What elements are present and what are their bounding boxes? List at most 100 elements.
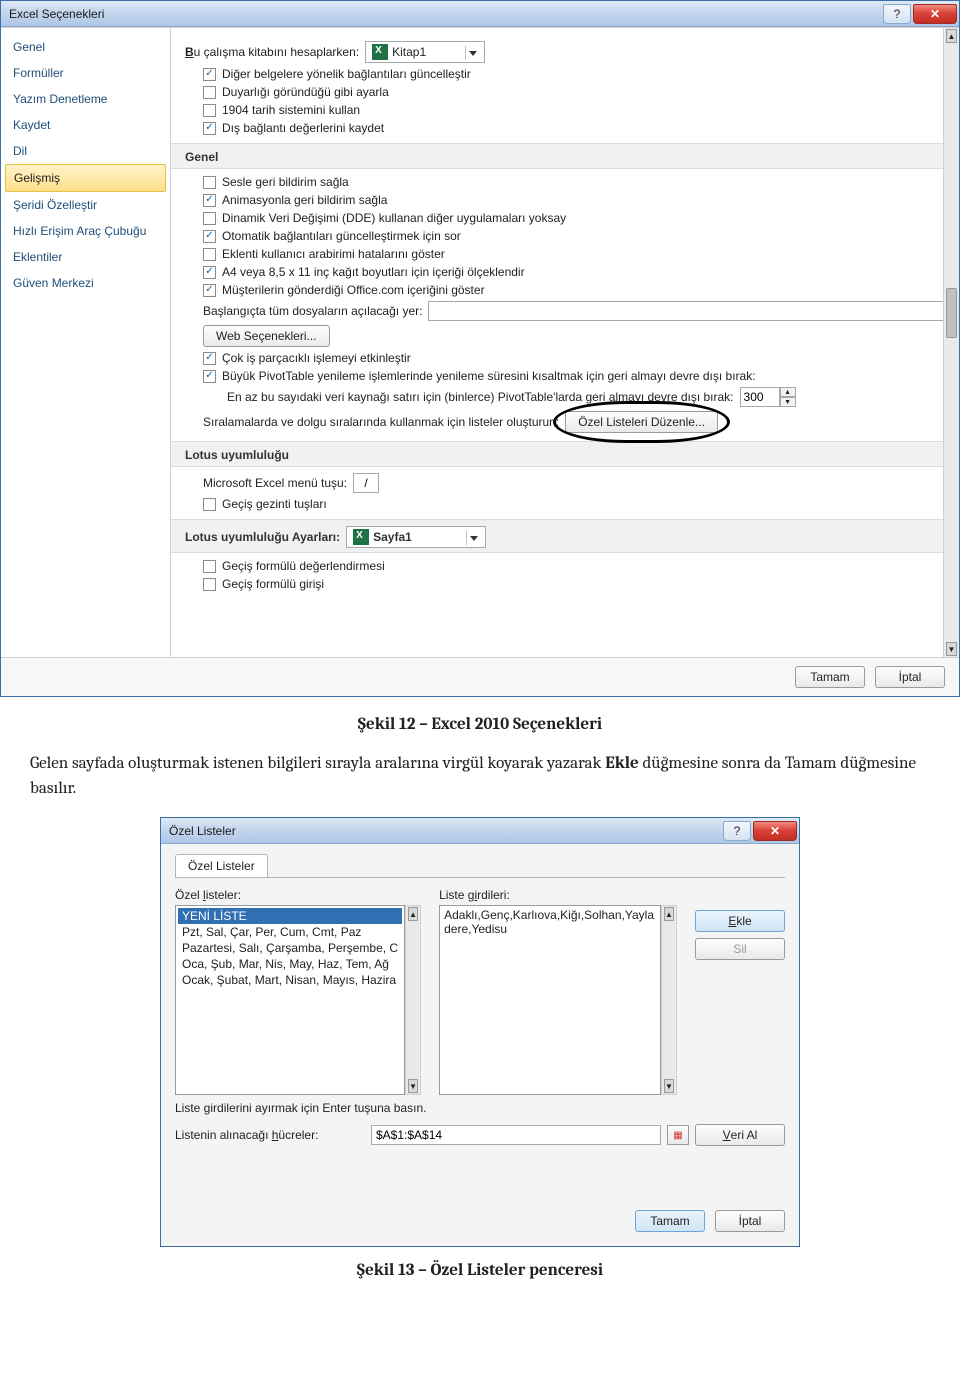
chk-pivot-undo[interactable]: [203, 370, 216, 383]
figure-caption-12: Şekil 12 – Excel 2010 Seçenekleri: [0, 715, 960, 734]
chk-sound[interactable]: [203, 176, 216, 189]
lbl-transition-nav: Geçiş gezinti tuşları: [222, 497, 327, 511]
lbl-paper: A4 veya 8,5 x 11 inç kağıt boyutları içi…: [222, 265, 525, 279]
pivot-row-spinner[interactable]: ▲▼: [740, 387, 796, 407]
lbl-officecom: Müşterilerin gönderdiği Office.com içeri…: [222, 283, 485, 297]
pivot-row-label: En az bu sayıdaki veri kaynağı satırı iç…: [227, 390, 734, 404]
close-button[interactable]: ✕: [753, 821, 797, 841]
scroll-up-icon[interactable]: ▲: [664, 907, 674, 921]
instruction-paragraph: Gelen sayfada oluşturmak istenen bilgile…: [30, 752, 930, 801]
lbl-addin-err: Eklenti kullanıcı arabirimi hatalarını g…: [222, 247, 445, 261]
web-options-button[interactable]: Web Seçenekleri...: [203, 325, 330, 347]
lbl-1904: 1904 tarih sistemini kullan: [222, 103, 360, 117]
lotus-sheet-dropdown[interactable]: Sayfa1: [346, 526, 486, 548]
lbl-transition-entry: Geçiş formülü girişi: [222, 577, 324, 591]
chk-transition-eval[interactable]: [203, 560, 216, 573]
menu-key-label: Microsoft Excel menü tuşu:: [203, 476, 347, 490]
ok-button[interactable]: Tamam: [795, 666, 865, 688]
nav-eklentiler[interactable]: Eklentiler: [5, 244, 166, 270]
titlebar[interactable]: Özel Listeler ? ✕: [161, 818, 799, 844]
chk-save-ext-link[interactable]: [203, 122, 216, 135]
lbl-precision: Duyarlığı göründüğü gibi ayarla: [222, 85, 389, 99]
nav-seridi-ozellestir[interactable]: Şeridi Özelleştir: [5, 192, 166, 218]
excel-icon: [372, 44, 388, 60]
chk-autolink[interactable]: [203, 230, 216, 243]
scroll-down-icon[interactable]: ▼: [408, 1079, 418, 1093]
nav-yazim-denetleme[interactable]: Yazım Denetleme: [5, 86, 166, 112]
lbl-multithread: Çok iş parçacıklı işlemeyi etkinleştir: [222, 351, 411, 365]
chevron-down-icon: [469, 51, 477, 56]
options-pane: Bu çalışma kitabını hesaplarken: Kitap1 …: [171, 28, 959, 657]
chk-addin-err[interactable]: [203, 248, 216, 261]
chk-1904[interactable]: [203, 104, 216, 117]
calc-workbook-value: Kitap1: [392, 45, 426, 59]
list-item[interactable]: YENİ LİSTE: [178, 908, 402, 924]
import-button[interactable]: Veri Al: [695, 1124, 785, 1146]
custom-lists-dialog: Özel Listeler ? ✕ Özel Listeler Özel lis…: [160, 817, 800, 1247]
chk-dde[interactable]: [203, 212, 216, 225]
nav-dil[interactable]: Dil: [5, 138, 166, 164]
range-picker-icon[interactable]: ▦: [667, 1125, 689, 1145]
nav-gelismis[interactable]: Gelişmiş: [5, 164, 166, 192]
chk-transition-nav[interactable]: [203, 498, 216, 511]
tab-strip: Özel Listeler: [175, 854, 785, 878]
chk-anim[interactable]: [203, 194, 216, 207]
dialog-footer: Tamam İptal: [1, 657, 959, 696]
help-button[interactable]: ?: [723, 821, 751, 841]
titlebar[interactable]: Excel Seçenekleri ? ✕: [1, 1, 959, 27]
chk-update-links[interactable]: [203, 68, 216, 81]
close-button[interactable]: ✕: [913, 4, 957, 24]
chk-multithread[interactable]: [203, 352, 216, 365]
range-label: Listenin alınacağı hücreler:: [175, 1128, 365, 1142]
chk-officecom[interactable]: [203, 284, 216, 297]
cancel-button[interactable]: İptal: [715, 1210, 785, 1232]
section-lotus-settings: Lotus uyumluluğu Ayarları: Sayfa1: [171, 519, 959, 553]
add-button[interactable]: Ekle: [695, 910, 785, 932]
scrollbar-thumb[interactable]: [946, 288, 957, 338]
entries-scrollbar[interactable]: ▲ ▼: [661, 905, 677, 1095]
nav-hizli-erisim[interactable]: Hızlı Erişim Araç Çubuğu: [5, 218, 166, 244]
list-item[interactable]: Oca, Şub, Mar, Nis, May, Haz, Tem, Ağ: [178, 956, 402, 972]
section-general: Genel: [171, 143, 959, 169]
calc-workbook-dropdown[interactable]: Kitap1: [365, 41, 485, 63]
scrollbar[interactable]: ▲ ▼: [943, 28, 959, 657]
chk-transition-entry[interactable]: [203, 578, 216, 591]
nav-kaydet[interactable]: Kaydet: [5, 112, 166, 138]
scroll-up-icon[interactable]: ▲: [946, 29, 957, 43]
spinner-down-icon[interactable]: ▼: [780, 397, 796, 407]
tab-custom-lists[interactable]: Özel Listeler: [175, 854, 268, 877]
spinner-up-icon[interactable]: ▲: [780, 387, 796, 397]
excel-icon: [353, 529, 369, 545]
section-lotus: Lotus uyumluluğu: [171, 441, 959, 467]
chevron-down-icon: [470, 536, 478, 541]
startup-folder-label: Başlangıçta tüm dosyaların açılacağı yer…: [203, 304, 422, 318]
entries-textarea[interactable]: Adaklı,Genç,Karlıova,Kiğı,Solhan,Yayla d…: [439, 905, 661, 1095]
pivot-row-value[interactable]: [740, 387, 780, 407]
ok-button[interactable]: Tamam: [635, 1210, 705, 1232]
help-button[interactable]: ?: [883, 4, 911, 24]
menu-key-input[interactable]: [353, 473, 379, 493]
lbl-anim: Animasyonla geri bildirim sağla: [222, 193, 387, 207]
chk-precision[interactable]: [203, 86, 216, 99]
custom-lists-listbox[interactable]: YENİ LİSTE Pzt, Sal, Çar, Per, Cum, Cmt,…: [175, 905, 405, 1095]
listbox-scrollbar[interactable]: ▲ ▼: [405, 905, 421, 1095]
list-item[interactable]: Pazartesi, Salı, Çarşamba, Perşembe, C: [178, 940, 402, 956]
excel-options-dialog: Excel Seçenekleri ? ✕ Genel Formüller Ya…: [0, 0, 960, 697]
list-item[interactable]: Pzt, Sal, Çar, Per, Cum, Cmt, Paz: [178, 924, 402, 940]
lbl-dde: Dinamik Veri Değişimi (DDE) kullanan diğ…: [222, 211, 566, 225]
chk-paper[interactable]: [203, 266, 216, 279]
scroll-down-icon[interactable]: ▼: [664, 1079, 674, 1093]
scroll-up-icon[interactable]: ▲: [408, 907, 418, 921]
delete-button[interactable]: Sil: [695, 938, 785, 960]
nav-genel[interactable]: Genel: [5, 34, 166, 60]
cancel-button[interactable]: İptal: [875, 666, 945, 688]
lbl-save-ext-link: Dış bağlantı değerlerini kaydet: [222, 121, 384, 135]
nav-formuller[interactable]: Formüller: [5, 60, 166, 86]
nav-guven-merkezi[interactable]: Güven Merkezi: [5, 270, 166, 296]
list-item[interactable]: Ocak, Şubat, Mart, Nisan, Mayıs, Hazira: [178, 972, 402, 988]
window-title: Özel Listeler: [169, 824, 236, 838]
scroll-down-icon[interactable]: ▼: [946, 642, 957, 656]
startup-folder-input[interactable]: [428, 301, 945, 321]
range-input[interactable]: [371, 1125, 661, 1145]
custom-list-edit-button[interactable]: Özel Listeleri Düzenle...: [565, 411, 718, 433]
